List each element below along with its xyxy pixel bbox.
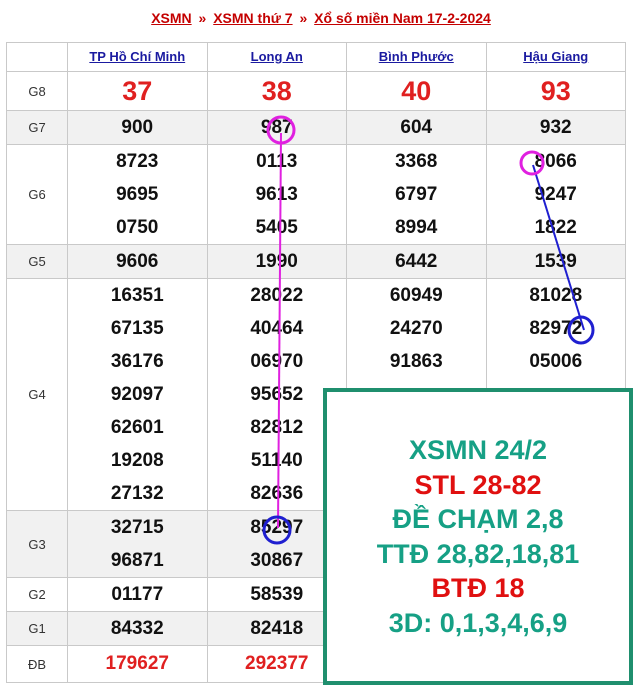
- magenta-connector-line: [277, 132, 282, 529]
- prediction-line: STL 28-82: [414, 469, 542, 500]
- prediction-line: BTĐ 18: [431, 573, 525, 603]
- prediction-line: TTĐ 28,82,18,81: [376, 538, 580, 569]
- magenta-circle-marker: [519, 150, 545, 176]
- prediction-line: 3D: 0,1,3,4,6,9: [388, 607, 568, 638]
- blue-connector-line: [532, 164, 585, 331]
- prediction-line: XSMN 24/2: [408, 435, 548, 465]
- blue-circle-marker: [262, 515, 292, 545]
- prediction-box: XSMN 24/2 STL 28-82 ĐỀ CHẠM 2,8 TTĐ 28,82,1…: [323, 388, 633, 685]
- prediction-line: ĐỀ CHẠM 2,8: [392, 504, 564, 534]
